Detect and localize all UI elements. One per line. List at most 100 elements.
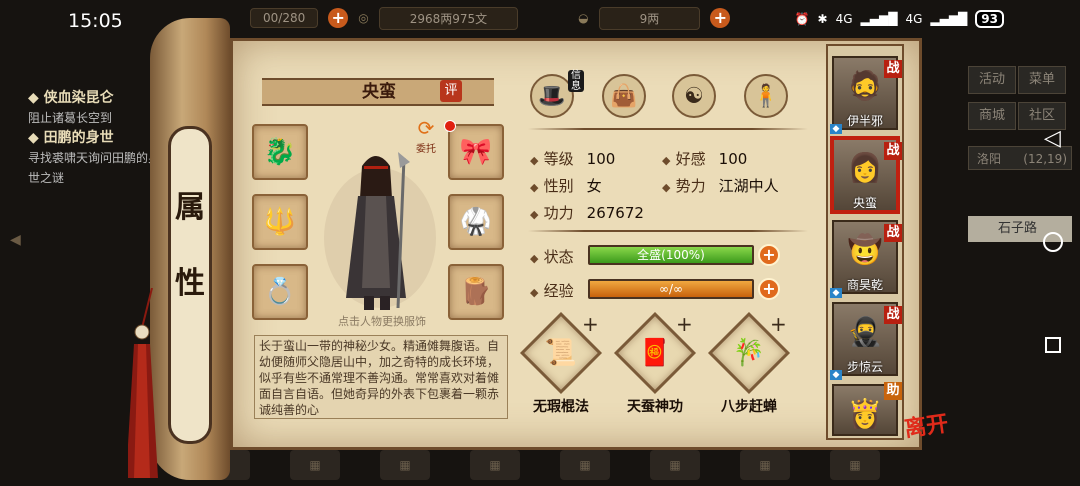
stat-label: 性别 bbox=[543, 177, 574, 195]
meridian-icon: 🧍 bbox=[752, 83, 780, 109]
copper-coin-icon: ◎ bbox=[358, 11, 369, 25]
signal-icon: ▂▄▆█ bbox=[930, 12, 968, 26]
status-icons: ⏰ ✱ 4G ▂▄▆█ 4G ▂▄▆█ 93 bbox=[795, 10, 1004, 28]
character-portrait[interactable] bbox=[320, 138, 440, 318]
tab-meridian[interactable]: 🧍 bbox=[744, 74, 788, 118]
skill-name: 天蚕神功 bbox=[627, 399, 683, 415]
bottom-menu-item[interactable]: ▦ bbox=[650, 450, 700, 480]
quest-title: 侠血染昆仑 bbox=[43, 90, 114, 106]
diamond-icon: ◆ bbox=[530, 208, 539, 221]
member-name: 步惊云 bbox=[846, 360, 883, 374]
battle-tag: 战 bbox=[884, 306, 902, 324]
equipment-slot-ring[interactable]: 💍 bbox=[252, 264, 308, 320]
bottom-menu-item[interactable]: ▦ bbox=[740, 450, 790, 480]
restore-state-button[interactable]: + bbox=[758, 244, 780, 266]
stat-value: 女 bbox=[586, 177, 602, 195]
skill-name: 无瑕棍法 bbox=[533, 399, 589, 415]
diamond-icon: ◆ bbox=[662, 181, 671, 194]
member-name: 商昊乾 bbox=[846, 278, 883, 292]
entrust-icon: ⟳ bbox=[417, 116, 435, 140]
home-icon[interactable] bbox=[1043, 232, 1063, 252]
shop-button[interactable]: 商城 bbox=[968, 102, 1016, 130]
skill-upgrade-button[interactable]: + bbox=[676, 312, 693, 336]
diamond-icon: ◆ bbox=[28, 90, 44, 106]
tab-inventory[interactable]: 👜 bbox=[602, 74, 646, 118]
diamond-icon: ◆ bbox=[530, 181, 539, 194]
divider bbox=[528, 128, 808, 130]
recents-icon[interactable] bbox=[1045, 337, 1061, 353]
hat-icon: 🎩 bbox=[538, 83, 566, 109]
stat-label: 经验 bbox=[543, 282, 574, 300]
status-badge: ◆ bbox=[830, 370, 842, 380]
tassel-icon bbox=[128, 288, 158, 478]
diamond-icon: ◆ bbox=[530, 252, 539, 265]
ingot-counter: 9两 bbox=[598, 6, 701, 30]
outfit-hint: 点击人物更换服饰 bbox=[338, 315, 426, 328]
beast-mask-icon: 🐉 bbox=[263, 137, 297, 167]
resource-bar: 00/280 + ◎ 2968两975文 ◒ 9两 + bbox=[150, 4, 770, 32]
member-name: 伊半邪 bbox=[846, 114, 883, 128]
location-name: 洛阳 bbox=[977, 152, 1002, 166]
equipment-slot-token[interactable]: 🪵 bbox=[448, 264, 504, 320]
equipment-slot-helmet[interactable]: 🐉 bbox=[252, 124, 308, 180]
bottom-menu-item[interactable]: ▦ bbox=[470, 450, 520, 480]
stat-level: ◆ 等级 100 bbox=[530, 148, 615, 169]
tab-info-label: 信息 bbox=[568, 70, 584, 92]
stat-label: 势力 bbox=[675, 177, 706, 195]
status-badge: ◆ bbox=[830, 124, 842, 134]
equipment-slot-weapon[interactable]: 🔱 bbox=[252, 194, 308, 250]
diamond-icon: ◆ bbox=[530, 286, 539, 299]
exp-row: ◆ 经验 bbox=[530, 280, 574, 301]
state-bar: 全盛(100%) bbox=[588, 245, 754, 265]
diamond-icon: ◆ bbox=[662, 154, 671, 167]
assist-tag: 助 bbox=[884, 382, 902, 400]
bottom-menu-item[interactable]: ▦ bbox=[560, 450, 610, 480]
bagua-icon: ☯ bbox=[684, 83, 704, 109]
quest-title: 田鹏的身世 bbox=[43, 130, 114, 146]
tab-bagua[interactable]: ☯ bbox=[672, 74, 716, 118]
stat-gender: ◆ 性别 女 bbox=[530, 175, 602, 196]
add-exp-button[interactable]: + bbox=[758, 278, 780, 300]
back-icon[interactable]: ◁ bbox=[1044, 126, 1061, 151]
menu-button[interactable]: 菜单 bbox=[1018, 66, 1066, 94]
stat-value: 100 bbox=[718, 150, 748, 168]
clock: 15:05 bbox=[68, 10, 123, 32]
character-description: 长于蛮山一带的神秘少女。精通傩舞腹语。自幼便随师父隐居山中，加之奇特的成长环境，… bbox=[254, 335, 508, 419]
ingot-icon: ◒ bbox=[578, 11, 589, 25]
collapse-arrow-icon[interactable]: ◀ bbox=[10, 232, 21, 248]
stat-value: 江湖中人 bbox=[718, 177, 779, 195]
stat-label: 功力 bbox=[543, 204, 574, 222]
stat-label: 状态 bbox=[543, 248, 574, 266]
add-stamina-button[interactable]: + bbox=[328, 8, 349, 28]
stamina-counter: 00/280 bbox=[250, 8, 319, 28]
character-name: 央蛮 bbox=[362, 82, 396, 102]
stat-faction: ◆ 势力 江湖中人 bbox=[662, 175, 779, 196]
quest-desc: 寻找裘啸天询问田鹏的身世之谜 bbox=[28, 151, 161, 185]
member-name: 央蛮 bbox=[852, 196, 877, 210]
bottom-menu-item[interactable]: ▦ bbox=[830, 450, 880, 480]
activity-button[interactable]: 活动 bbox=[968, 66, 1016, 94]
battle-tag: 战 bbox=[884, 142, 902, 160]
alarm-icon: ⏰ bbox=[794, 12, 810, 26]
equipment-slot-armor[interactable]: 🥋 bbox=[448, 194, 504, 250]
bottom-menu-item[interactable]: ▦ bbox=[290, 450, 340, 480]
skill-upgrade-button[interactable]: + bbox=[770, 312, 787, 336]
battle-tag: 战 bbox=[884, 60, 902, 78]
status-badge: ◆ bbox=[830, 288, 842, 298]
diamond-icon: ◆ bbox=[530, 154, 539, 167]
skill-upgrade-button[interactable]: + bbox=[582, 312, 599, 336]
bottom-menu: ▦ ▦ ▦ ▦ ▦ ▦ ▦ ▦ bbox=[160, 450, 960, 486]
battery-indicator: 93 bbox=[975, 10, 1004, 28]
divider bbox=[528, 230, 808, 232]
bottom-menu-item[interactable]: ▦ bbox=[380, 450, 430, 480]
copper-counter: 2968两975文 bbox=[378, 6, 519, 30]
skill-name: 八步赶蝉 bbox=[721, 399, 777, 415]
bag-icon: 👜 bbox=[610, 83, 638, 109]
bluetooth-icon: ✱ bbox=[817, 12, 828, 26]
add-ingot-button[interactable]: + bbox=[710, 8, 731, 28]
leave-button[interactable]: 离开 bbox=[902, 405, 956, 444]
notification-dot bbox=[444, 120, 456, 132]
rate-button[interactable]: 评 bbox=[440, 80, 462, 102]
equipment-slot-headband[interactable]: 🎀 bbox=[448, 124, 504, 180]
quest-tracker[interactable]: ◆ 侠血染昆仑 阻止诸葛长空到 ◆ 田鹏的身世 寻找裘啸天询问田鹏的身世之谜 bbox=[28, 88, 168, 188]
